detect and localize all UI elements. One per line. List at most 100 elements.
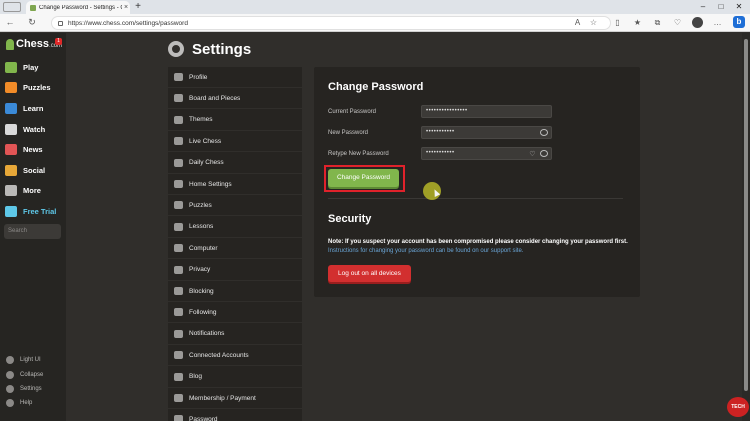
settings-menu: Profile Board and Pieces Themes Live Chess D…	[168, 67, 302, 421]
bell-icon	[174, 329, 183, 338]
settings-item-daily-chess[interactable]: Daily Chess	[168, 153, 302, 174]
pawn-logo-icon	[6, 38, 14, 50]
settings-item-label: Blog	[189, 373, 203, 381]
browser-tab[interactable]: Change Password - Settings - Ch ×	[26, 1, 130, 14]
password-manager-icon[interactable]: ♡	[529, 149, 536, 160]
nav-bottom-label: Settings	[20, 385, 42, 392]
url-input[interactable]: https://www.chess.com/settings/password	[51, 16, 611, 30]
retype-password-value: •••••••••••	[426, 150, 455, 156]
nav-bottom-collapse[interactable]: Collapse	[6, 369, 43, 380]
nav-item-label: Puzzles	[23, 82, 51, 92]
logout-all-devices-button[interactable]: Log out on all devices	[328, 265, 411, 282]
nav-item-news[interactable]: News	[5, 142, 43, 156]
settings-item-puzzles[interactable]: Puzzles	[168, 195, 302, 217]
tab-actions-icon[interactable]	[3, 2, 21, 12]
settings-item-password[interactable]: Password	[168, 409, 302, 421]
watermark-logo: TECH	[727, 397, 749, 417]
settings-item-connected-accounts[interactable]: Connected Accounts	[168, 345, 302, 367]
security-heading: Security	[328, 213, 372, 225]
bing-icon[interactable]: b	[733, 16, 745, 28]
nav-item-learn[interactable]: Learn	[5, 101, 43, 115]
chess-logo[interactable]: Chess .com	[6, 37, 62, 51]
read-aloud-icon[interactable]: A	[572, 17, 583, 28]
close-window-button[interactable]: ✕	[732, 1, 746, 13]
favorites-icon[interactable]: ★	[632, 17, 643, 28]
refresh-button[interactable]: ↻	[26, 16, 38, 29]
social-icon	[5, 164, 17, 176]
retype-password-label: Retype New Password	[328, 151, 389, 157]
nav-item-social[interactable]: Social	[5, 163, 45, 177]
settings-item-blog[interactable]: Blog	[168, 367, 302, 388]
split-screen-icon[interactable]: ▯	[612, 17, 623, 28]
heart-icon[interactable]: ♡	[672, 17, 683, 28]
settings-item-label: Notifications	[189, 330, 225, 338]
tab-close-icon[interactable]: ×	[122, 4, 130, 11]
minimize-button[interactable]: –	[696, 1, 710, 13]
block-icon	[174, 287, 183, 295]
show-retype-eye-icon[interactable]	[540, 150, 548, 157]
following-icon	[174, 308, 183, 317]
lock-icon	[58, 20, 63, 26]
shield-icon	[174, 265, 183, 274]
favorite-star-icon[interactable]: ☆	[588, 17, 599, 28]
nav-item-more[interactable]: More	[5, 183, 41, 197]
security-note-text: Note: If you suspect your account has be…	[328, 239, 628, 245]
settings-item-live-chess[interactable]: Live Chess	[168, 131, 302, 153]
nav-bottom-light-ui[interactable]: Light UI	[6, 354, 41, 365]
new-password-field[interactable]: •••••••••••	[421, 126, 552, 139]
nav-item-label: News	[23, 144, 43, 154]
collections-icon[interactable]: ⧉	[652, 17, 663, 28]
settings-item-membership-payment[interactable]: Membership / Payment	[168, 388, 302, 409]
lock-icon	[174, 415, 183, 421]
page-title-text: Settings	[192, 40, 252, 58]
notification-badge: 1	[55, 38, 62, 45]
nav-bottom-label: Help	[20, 399, 33, 406]
nav-bottom-settings[interactable]: Settings	[6, 383, 42, 394]
maximize-button[interactable]: □	[714, 1, 728, 13]
change-password-button[interactable]: Change Password	[328, 169, 399, 187]
settings-item-lessons[interactable]: Lessons	[168, 217, 302, 238]
more-menu-icon[interactable]: …	[712, 17, 723, 28]
diamond-icon	[5, 205, 17, 217]
settings-item-following[interactable]: Following	[168, 302, 302, 324]
nav-item-label: Social	[23, 165, 46, 175]
binoculars-icon	[5, 123, 17, 135]
url-text: https://www.chess.com/settings/password	[68, 19, 188, 27]
nav-item-label: Free Trial	[23, 206, 57, 216]
tab-title: Change Password - Settings - Ch	[39, 4, 122, 11]
search-input[interactable]: Search	[4, 224, 61, 239]
settings-item-label: Following	[189, 308, 217, 316]
nav-item-play[interactable]: Play	[5, 60, 38, 74]
themes-icon	[174, 115, 183, 124]
nav-item-watch[interactable]: Watch	[5, 122, 45, 136]
settings-item-privacy[interactable]: Privacy	[168, 260, 302, 281]
new-password-value: •••••••••••	[426, 129, 455, 135]
settings-item-profile[interactable]: Profile	[168, 67, 302, 88]
change-password-panel: Change Password Current Password •••••••…	[314, 67, 640, 297]
profile-avatar[interactable]	[692, 17, 703, 28]
settings-item-blocking[interactable]: Blocking	[168, 281, 302, 302]
nav-item-free-trial[interactable]: Free Trial	[5, 204, 56, 218]
settings-item-home-settings[interactable]: Home Settings	[168, 174, 302, 195]
support-link[interactable]: Instructions for changing your password …	[328, 248, 523, 254]
back-button[interactable]: ←	[4, 16, 16, 29]
board-icon	[174, 94, 183, 103]
settings-item-computer[interactable]: Computer	[168, 238, 302, 260]
settings-item-themes[interactable]: Themes	[168, 110, 302, 131]
nav-bottom-help[interactable]: Help	[6, 397, 32, 408]
settings-item-board-and-pieces[interactable]: Board and Pieces	[168, 88, 302, 110]
settings-item-label: Profile	[189, 73, 208, 81]
show-password-eye-icon[interactable]	[540, 129, 548, 136]
retype-password-field[interactable]: ••••••••••• ♡	[421, 147, 552, 160]
section-divider	[328, 198, 623, 199]
nav-item-puzzles[interactable]: Puzzles	[5, 80, 51, 94]
settings-item-label: Connected Accounts	[189, 351, 249, 359]
sun-icon	[6, 355, 14, 364]
change-password-heading: Change Password	[328, 81, 424, 93]
scrollbar-thumb[interactable]	[744, 39, 748, 391]
current-password-field[interactable]: ••••••••••••••••	[421, 105, 552, 118]
settings-item-notifications[interactable]: Notifications	[168, 324, 302, 345]
new-tab-button[interactable]: +	[133, 1, 143, 13]
puzzle-icon	[5, 81, 17, 93]
page-scrollbar[interactable]	[742, 33, 750, 421]
